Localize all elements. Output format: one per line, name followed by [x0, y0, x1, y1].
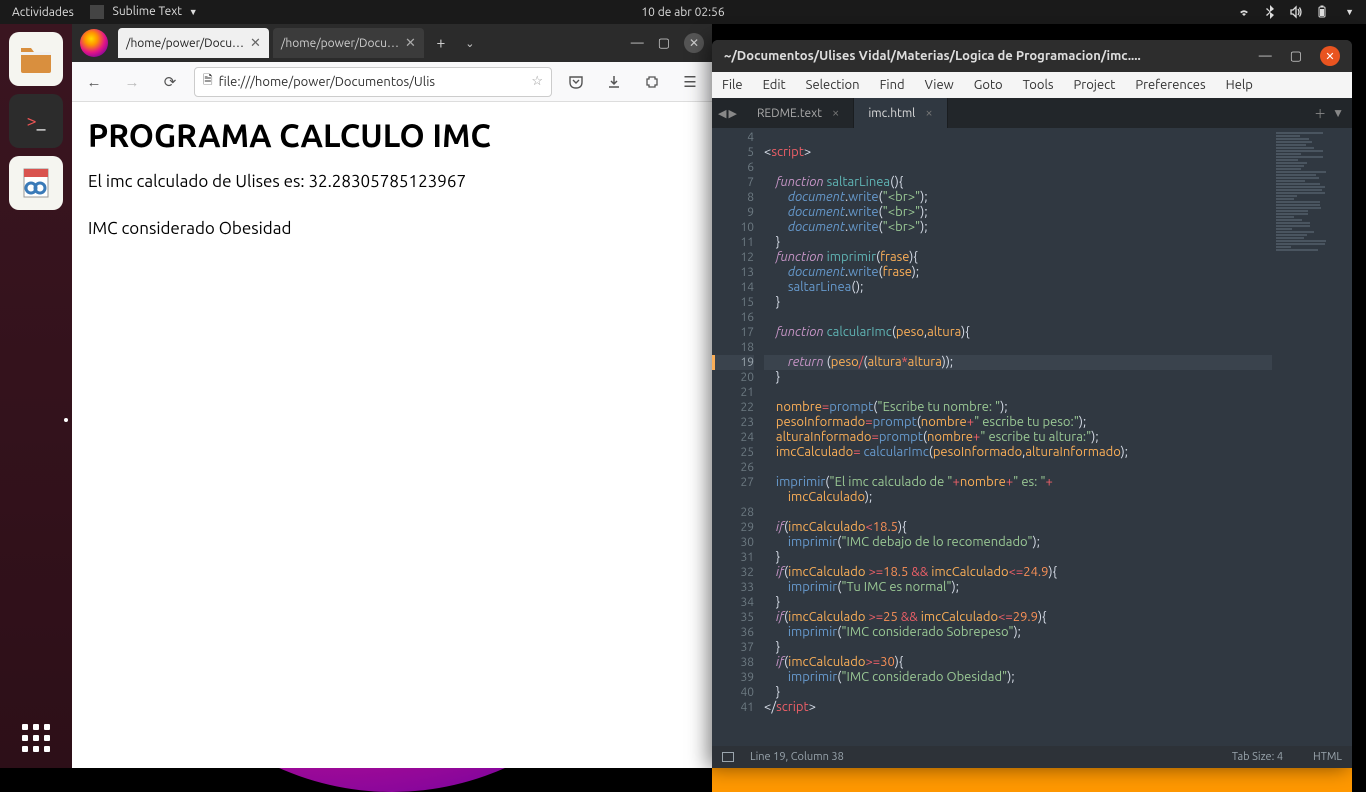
- app-menu-button[interactable]: ☰: [676, 68, 704, 96]
- minimize-button[interactable]: —: [1259, 49, 1272, 63]
- line-gutter: 4567891011121314151617181920212223242526…: [712, 128, 764, 746]
- window-title: ~/Documentos/Ulises Vidal/Materias/Logic…: [724, 49, 1259, 63]
- cursor-position: Line 19, Column 38: [750, 751, 844, 763]
- extensions-button[interactable]: [638, 68, 666, 96]
- browser-tab-inactive[interactable]: /home/power/Docu… ✕: [273, 28, 424, 58]
- sublime-window: ~/Documentos/Ulises Vidal/Materias/Logic…: [712, 40, 1352, 768]
- tab-list-button[interactable]: ⌄: [458, 37, 482, 50]
- menu-project[interactable]: Project: [1074, 78, 1116, 92]
- firefox-titlebar: /home/power/Docu… ✕ /home/power/Docu… ✕ …: [72, 24, 712, 62]
- sublime-icon: [90, 5, 104, 19]
- tab-nav-right-icon[interactable]: ▶: [728, 107, 736, 120]
- menu-tools[interactable]: Tools: [1023, 78, 1054, 92]
- bluetooth-icon[interactable]: [1263, 5, 1277, 19]
- firefox-window: /home/power/Docu… ✕ /home/power/Docu… ✕ …: [72, 24, 712, 768]
- tab-nav-left-icon[interactable]: ◀: [718, 107, 726, 120]
- code-area[interactable]: <script> function saltarLinea(){ documen…: [764, 128, 1272, 746]
- menu-find[interactable]: Find: [880, 78, 905, 92]
- code-editor[interactable]: 4567891011121314151617181920212223242526…: [712, 128, 1352, 746]
- chevron-down-icon: ▼: [189, 7, 198, 17]
- gnome-top-panel: Actividades Sublime Text ▼ 10 de abr 02:…: [0, 0, 1366, 24]
- minimize-button[interactable]: —: [631, 36, 644, 50]
- close-window-button[interactable]: ✕: [1320, 46, 1340, 66]
- chevron-down-icon[interactable]: ▼: [1345, 7, 1354, 17]
- pocket-button[interactable]: [562, 68, 590, 96]
- firefox-logo-icon: [80, 29, 108, 57]
- downloads-button[interactable]: [600, 68, 628, 96]
- panel-toggle-icon[interactable]: [722, 752, 734, 762]
- files-app-icon[interactable]: [9, 32, 63, 86]
- activities-button[interactable]: Actividades: [12, 6, 74, 19]
- tab-menu-icon[interactable]: ▼: [1332, 106, 1344, 120]
- reload-button[interactable]: ⟳: [156, 68, 184, 96]
- menu-view[interactable]: View: [925, 78, 954, 92]
- forward-button: →: [118, 68, 146, 96]
- sublime-menubar: File Edit Selection Find View Goto Tools…: [712, 72, 1352, 98]
- browser-tab-active[interactable]: /home/power/Docu… ✕: [118, 28, 269, 58]
- maximize-button[interactable]: ▢: [658, 36, 670, 51]
- minimap[interactable]: [1272, 128, 1352, 746]
- syntax-selector[interactable]: HTML: [1313, 751, 1342, 763]
- menu-goto[interactable]: Goto: [974, 78, 1003, 92]
- sublime-tabbar: ◀ ▶ REDME.text × imc.html × ＋ ▼: [712, 98, 1352, 128]
- sublime-titlebar: ~/Documentos/Ulises Vidal/Materias/Logic…: [712, 40, 1352, 72]
- close-icon[interactable]: ✕: [405, 36, 416, 51]
- close-icon[interactable]: ×: [832, 106, 839, 120]
- tab-size-selector[interactable]: Tab Size: 4: [1232, 751, 1283, 763]
- page-heading: PROGRAMA CALCULO IMC: [88, 118, 696, 154]
- new-tab-icon[interactable]: ＋: [1314, 105, 1326, 122]
- clock[interactable]: 10 de abr 02:56: [641, 6, 724, 19]
- show-apps-button[interactable]: [16, 718, 56, 758]
- menu-selection[interactable]: Selection: [806, 78, 860, 92]
- close-icon[interactable]: ×: [925, 106, 932, 120]
- editor-tab[interactable]: REDME.text ×: [743, 98, 854, 128]
- firefox-toolbar: ← → ⟳ 🗎 file:///home/power/Documentos/Ul…: [72, 62, 712, 102]
- battery-icon[interactable]: [1315, 5, 1329, 19]
- menu-edit[interactable]: Edit: [763, 78, 786, 92]
- menu-preferences[interactable]: Preferences: [1135, 78, 1205, 92]
- page-content: PROGRAMA CALCULO IMC El imc calculado de…: [72, 102, 712, 768]
- volume-icon[interactable]: [1289, 5, 1303, 19]
- gnome-dock: >_: [0, 24, 72, 768]
- close-icon[interactable]: ✕: [250, 36, 261, 51]
- menu-file[interactable]: File: [722, 78, 743, 92]
- sublime-statusbar: Line 19, Column 38 Tab Size: 4 HTML: [712, 746, 1352, 768]
- app-menu[interactable]: Sublime Text ▼: [90, 5, 198, 19]
- wifi-icon[interactable]: [1237, 5, 1251, 19]
- imc-category-text: IMC considerado Obesidad: [88, 219, 696, 238]
- maximize-button[interactable]: ▢: [1290, 49, 1302, 64]
- terminal-app-icon[interactable]: >_: [9, 94, 63, 148]
- pdf-viewer-icon[interactable]: [9, 156, 63, 210]
- file-icon: 🗎: [203, 71, 213, 92]
- bookmark-star-icon[interactable]: ☆: [531, 74, 543, 89]
- url-bar[interactable]: 🗎 file:///home/power/Documentos/Ulis ☆: [194, 67, 552, 97]
- close-window-button[interactable]: ✕: [684, 33, 704, 53]
- imc-result-text: El imc calculado de Ulises es: 32.283057…: [88, 172, 696, 191]
- back-button[interactable]: ←: [80, 68, 108, 96]
- editor-tab-active[interactable]: imc.html ×: [854, 98, 947, 128]
- menu-help[interactable]: Help: [1226, 78, 1253, 92]
- new-tab-button[interactable]: +: [428, 30, 454, 56]
